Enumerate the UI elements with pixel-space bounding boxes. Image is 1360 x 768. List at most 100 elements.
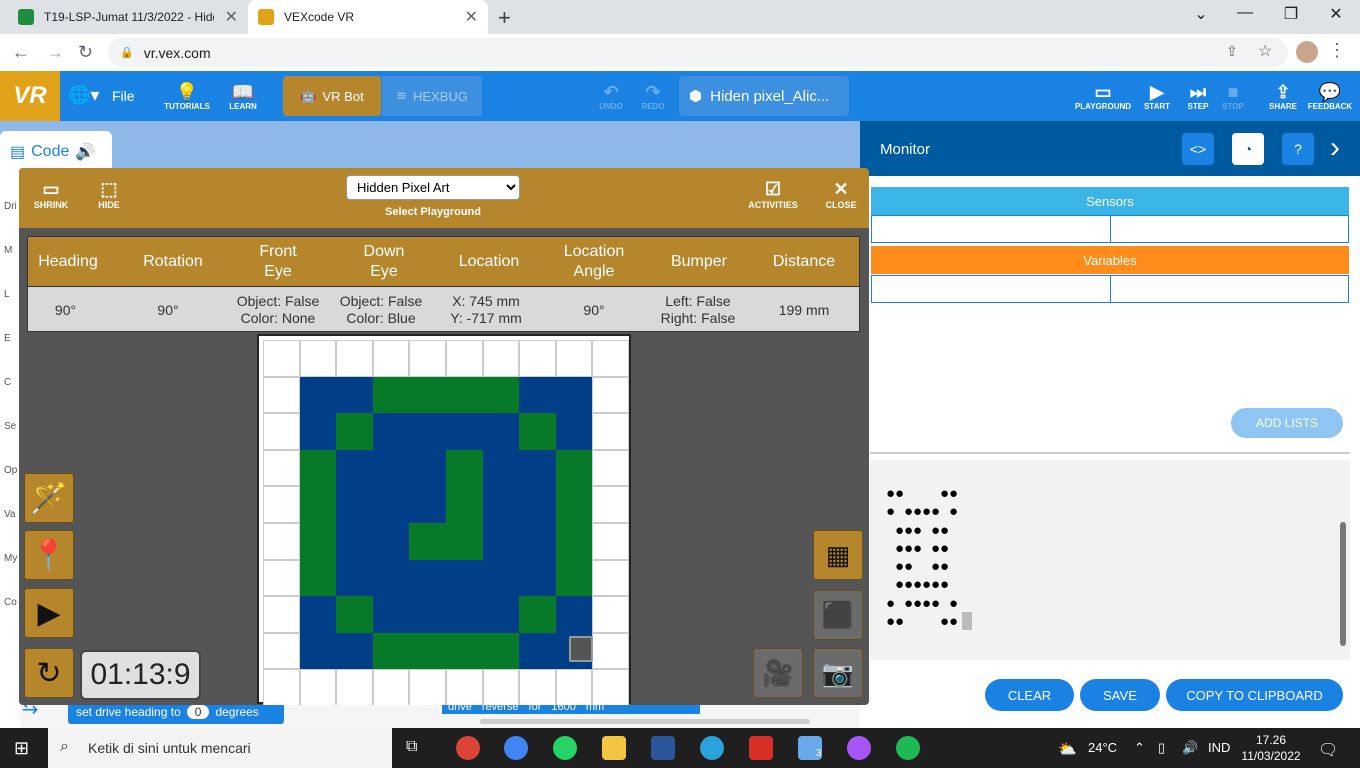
grid-cell <box>299 486 337 523</box>
network-icon[interactable]: ▯ <box>1158 740 1165 756</box>
sensor-slot[interactable] <box>1110 215 1349 243</box>
file-menu[interactable]: File <box>112 71 135 121</box>
palette-category[interactable]: L <box>4 289 10 300</box>
spotify-icon[interactable] <box>896 736 920 760</box>
stop-button[interactable]: ■ STOP <box>1220 71 1246 121</box>
minimize-icon[interactable]: — <box>1222 4 1268 22</box>
palette-category[interactable]: Va <box>4 509 16 520</box>
save-button[interactable]: SAVE <box>1080 679 1160 711</box>
app-icon[interactable] <box>749 736 773 760</box>
profile-avatar[interactable] <box>1296 41 1318 63</box>
horizontal-scrollbar[interactable] <box>480 719 810 724</box>
back-icon[interactable]: ← <box>12 42 30 63</box>
project-name-field[interactable]: ⬢ Hiden pixel_Alic... <box>679 76 849 116</box>
globe-icon[interactable]: 🌐▾ <box>68 85 99 106</box>
weather-temp[interactable]: 24°C <box>1088 740 1117 755</box>
palette-category[interactable]: C <box>4 377 11 388</box>
start-button[interactable]: ▶ START <box>1142 71 1172 121</box>
vr-bot-button[interactable]: 🤖 VR Bot <box>283 76 381 116</box>
picsart-icon[interactable] <box>847 736 871 760</box>
tutorials-button[interactable]: 💡 TUTORIALS <box>162 71 212 121</box>
restore-icon[interactable]: ❐ <box>1268 4 1314 24</box>
monitor-gauge-icon[interactable]: ◔ <box>1232 133 1264 165</box>
camera-view-top-button[interactable]: ⬛ <box>813 590 863 640</box>
chevron-down-icon[interactable]: ⌄ <box>1178 4 1224 24</box>
reset-icon: ↻ <box>36 656 62 690</box>
whatsapp-icon[interactable] <box>553 736 577 760</box>
task-view-icon[interactable]: ⧉ <box>406 738 417 756</box>
language-indicator[interactable]: IND <box>1208 740 1230 755</box>
clock[interactable]: 17.26 11/03/2022 <box>1240 732 1302 764</box>
telegram-icon[interactable] <box>700 736 724 760</box>
clear-button[interactable]: CLEAR <box>985 679 1074 711</box>
step-button[interactable]: ⏭ STEP <box>1184 71 1212 121</box>
activities-button[interactable]: ☑ ACTIVITIES <box>747 178 799 210</box>
vr-robot <box>569 636 593 662</box>
variable-slot[interactable] <box>1110 275 1349 303</box>
close-tab-icon[interactable]: ✕ <box>465 7 478 27</box>
sensor-slot[interactable] <box>871 215 1111 243</box>
palette-category[interactable]: E <box>4 333 11 344</box>
taskbar-search[interactable]: ⌕ Ketik di sini untuk mencari <box>48 728 392 768</box>
notifications-icon[interactable]: 🗨 <box>1318 740 1338 760</box>
reload-icon[interactable]: ↻ <box>78 42 93 63</box>
playground-button[interactable]: ▭ PLAYGROUND <box>1072 71 1134 121</box>
browser-tab-classroom[interactable]: T19-LSP-Jumat 11/3/2022 - Hidd ✕ <box>8 0 248 34</box>
palette-category[interactable]: Op <box>4 465 17 476</box>
new-tab-icon[interactable]: + <box>498 5 511 31</box>
undo-button[interactable]: ↶ UNDO <box>594 71 628 121</box>
chrome-active-icon[interactable] <box>456 736 480 760</box>
grid-cell <box>336 596 373 633</box>
chevron-right-icon[interactable]: › <box>1330 131 1340 165</box>
bookmark-star-icon[interactable]: ☆ <box>1258 41 1272 61</box>
grid-cell <box>409 559 446 597</box>
playground-select[interactable]: Hidden Pixel Art <box>346 175 520 200</box>
volume-icon[interactable]: 🔊 <box>1182 740 1198 756</box>
palette-category[interactable]: M <box>4 245 12 256</box>
feedback-button[interactable]: 💬 FEEDBACK <box>1306 71 1354 121</box>
windows-start-icon[interactable]: ⊞ <box>14 738 29 759</box>
variable-slot[interactable] <box>871 275 1111 303</box>
dashboard-toggle-button[interactable]: ▦ <box>813 530 863 580</box>
speaker-icon[interactable]: 🔊 <box>75 142 95 162</box>
help-icon[interactable]: ? <box>1282 133 1314 165</box>
magic-wand-button[interactable]: 🪄 <box>24 473 74 523</box>
play-button[interactable]: ▶ <box>24 588 74 638</box>
palette-category[interactable]: My <box>4 553 17 564</box>
word-icon[interactable] <box>651 736 675 760</box>
share-button[interactable]: ⇪ SHARE <box>1266 71 1300 121</box>
redo-button[interactable]: ↷ REDO <box>636 71 670 121</box>
shrink-button[interactable]: ▭ SHRINK <box>31 178 71 210</box>
url-field[interactable]: 🔒 vr.vex.com <box>108 38 1288 67</box>
code-view-icon[interactable]: <> <box>1182 133 1214 165</box>
code-tab[interactable]: ▤ Code 🔊 <box>0 131 112 173</box>
grid-cell <box>372 486 410 523</box>
tray-chevron-icon[interactable]: ⌃ <box>1134 740 1145 756</box>
add-lists-button[interactable]: ADD LISTS <box>1231 408 1343 438</box>
location-button[interactable]: 📍 <box>24 530 74 580</box>
chrome-icon[interactable] <box>504 736 528 760</box>
browser-tab-vexcode[interactable]: VEXcode VR ✕ <box>248 0 488 34</box>
camera-view-angle-button[interactable]: 📷 <box>813 648 863 698</box>
grid-cell <box>446 486 483 523</box>
hide-button[interactable]: ⬚ HIDE <box>89 178 129 210</box>
file-explorer-icon[interactable] <box>602 736 626 760</box>
hexbug-button[interactable]: ≋ HEXBUG <box>382 76 482 116</box>
share-page-icon[interactable]: ⇪ <box>1226 43 1238 60</box>
close-tab-icon[interactable]: ✕ <box>225 7 238 27</box>
copy-to-clipboard-button[interactable]: COPY TO CLIPBOARD <box>1166 679 1343 711</box>
reset-button[interactable]: ↻ <box>24 648 74 698</box>
heading-input[interactable]: 0 <box>186 705 210 719</box>
camera-view-side-button[interactable]: 🎥 <box>753 648 803 698</box>
close-window-icon[interactable]: ✕ <box>1313 4 1359 24</box>
menu-kebab-icon[interactable]: ⋮ <box>1328 40 1346 61</box>
undo-label: UNDO <box>599 101 623 111</box>
dash-value: 199 mm <box>778 301 830 318</box>
palette-category[interactable]: Dri <box>4 201 17 212</box>
console-scrollbar[interactable] <box>1340 522 1346 646</box>
palette-category[interactable]: Co <box>4 597 17 608</box>
learn-button[interactable]: 📖 LEARN <box>220 71 266 121</box>
forward-icon[interactable]: → <box>46 42 64 63</box>
palette-category[interactable]: Se <box>4 421 16 432</box>
close-button[interactable]: ✕ CLOSE <box>823 178 859 210</box>
